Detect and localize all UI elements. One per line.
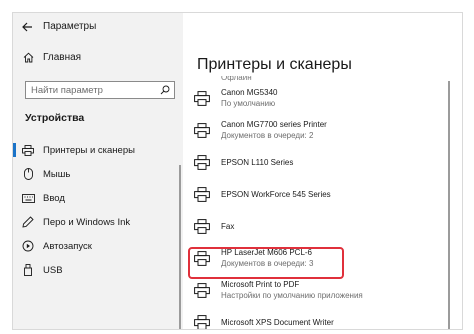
sidebar-item-typing[interactable]: Ввод bbox=[13, 186, 183, 210]
sidebar-item-label: USB bbox=[43, 264, 63, 276]
back-button[interactable] bbox=[13, 13, 41, 40]
keyboard-icon bbox=[13, 193, 43, 203]
printer-item[interactable]: Microsoft XPS Document Writer bbox=[183, 308, 443, 329]
printer-item[interactable]: Fax bbox=[183, 212, 443, 240]
mouse-icon bbox=[13, 168, 43, 180]
sidebar-item-label: Автозапуск bbox=[43, 240, 92, 252]
search-box[interactable] bbox=[25, 81, 175, 99]
title-bar-right bbox=[183, 13, 462, 40]
sidebar-item-label: Принтеры и сканеры bbox=[43, 144, 135, 156]
printer-name: Fax bbox=[221, 221, 235, 231]
home-icon bbox=[13, 52, 43, 63]
printer-item[interactable]: EPSON WorkForce 545 Series bbox=[183, 180, 443, 208]
printer-status: Настройки по умолчанию приложения bbox=[221, 291, 363, 300]
sidebar-item-usb[interactable]: USB bbox=[13, 258, 183, 282]
printer-item[interactable]: Canon MG7700 series Printer Документов в… bbox=[183, 116, 443, 144]
printer-name: Microsoft XPS Document Writer bbox=[221, 317, 334, 327]
printer-icon bbox=[183, 314, 221, 329]
printer-icon bbox=[183, 250, 221, 266]
sidebar-nav: Принтеры и сканеры Мышь Ввод Перо и Wind… bbox=[13, 138, 183, 282]
sidebar-scrollbar[interactable] bbox=[179, 165, 181, 329]
sidebar-item-label: Мышь bbox=[43, 168, 71, 180]
sidebar-home-label: Главная bbox=[43, 52, 82, 63]
sidebar-item-label: Перо и Windows Ink bbox=[43, 216, 131, 228]
printer-name: Canon MG7700 series Printer bbox=[221, 120, 327, 129]
sidebar-item-pen[interactable]: Перо и Windows Ink bbox=[13, 210, 183, 234]
usb-icon bbox=[13, 264, 43, 276]
autoplay-icon bbox=[13, 240, 43, 252]
printer-status: По умолчанию bbox=[221, 99, 276, 108]
printer-status: Документов в очереди: 2 bbox=[221, 131, 314, 140]
sidebar: Главная Устройства bbox=[13, 40, 183, 329]
printer-item[interactable]: Microsoft Print to PDF Настройки по умол… bbox=[183, 276, 443, 304]
printer-icon bbox=[183, 186, 221, 202]
main-content: Принтеры и сканеры Офлайн Canon MG5340 П… bbox=[183, 40, 462, 329]
pen-icon bbox=[13, 216, 43, 228]
printer-icon bbox=[13, 144, 43, 156]
window-title: Параметры bbox=[43, 21, 97, 32]
printer-item[interactable]: Canon MG5340 По умолчанию bbox=[183, 84, 443, 112]
printer-name: EPSON L110 Series bbox=[221, 157, 294, 167]
printer-name: HP LaserJet M606 PCL-6 bbox=[221, 248, 313, 257]
printer-icon bbox=[183, 122, 221, 138]
back-arrow-icon bbox=[21, 22, 32, 31]
search-icon[interactable] bbox=[156, 85, 174, 95]
printer-name: Canon MG5340 bbox=[221, 88, 278, 97]
main-scrollbar[interactable] bbox=[448, 81, 450, 329]
printer-item[interactable]: EPSON L110 Series bbox=[183, 148, 443, 176]
page-title: Принтеры и сканеры bbox=[197, 55, 352, 73]
printer-status: Документов в очереди: 3 bbox=[221, 259, 314, 268]
title-bar: Параметры bbox=[13, 13, 183, 40]
printer-icon bbox=[183, 218, 221, 234]
printer-icon bbox=[183, 282, 221, 298]
sidebar-item-mouse[interactable]: Мышь bbox=[13, 162, 183, 186]
printer-icon bbox=[183, 154, 221, 170]
printer-item-highlighted[interactable]: HP LaserJet M606 PCL-6 Документов в очер… bbox=[183, 244, 443, 272]
sidebar-item-label: Ввод bbox=[43, 192, 65, 204]
sidebar-item-printers[interactable]: Принтеры и сканеры bbox=[13, 138, 183, 162]
sidebar-item-autoplay[interactable]: Автозапуск bbox=[13, 234, 183, 258]
printer-name: EPSON WorkForce 545 Series bbox=[221, 189, 331, 199]
cutoff-status: Офлайн bbox=[221, 76, 252, 82]
section-title: Устройства bbox=[25, 112, 85, 124]
printer-name: Microsoft Print to PDF bbox=[221, 280, 300, 289]
search-input[interactable] bbox=[26, 84, 156, 96]
printer-list: Canon MG5340 По умолчанию Canon MG7700 s… bbox=[183, 84, 443, 329]
sidebar-item-home[interactable]: Главная bbox=[13, 52, 81, 63]
settings-window: Параметры Главная Устройства bbox=[13, 13, 462, 329]
printer-icon bbox=[183, 90, 221, 106]
